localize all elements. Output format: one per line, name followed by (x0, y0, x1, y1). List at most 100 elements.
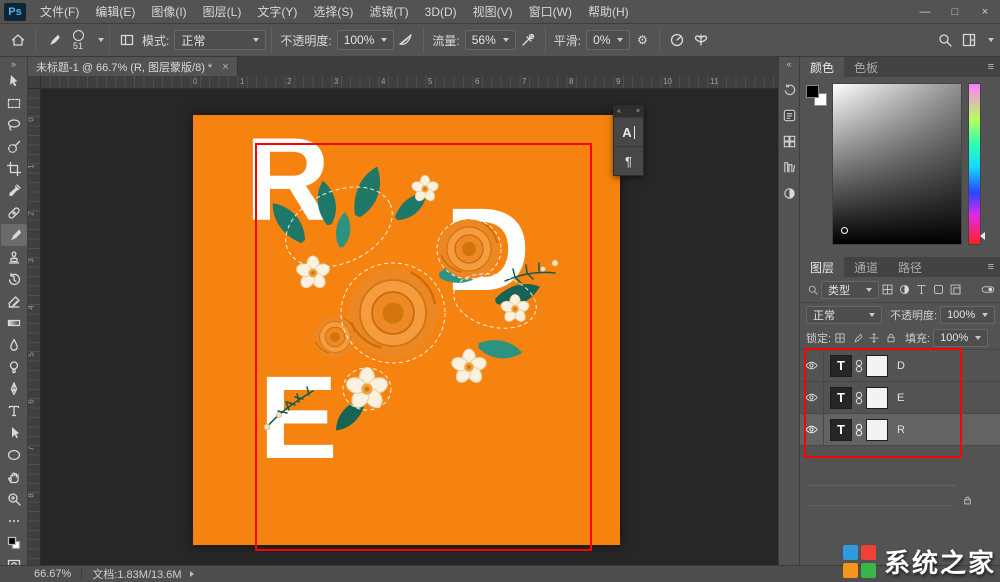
lock-all-button[interactable] (883, 331, 898, 346)
lasso-tool[interactable] (1, 114, 27, 136)
hand-tool[interactable] (1, 466, 27, 488)
airbrush-button[interactable] (516, 28, 540, 52)
quick-selection-tool[interactable] (1, 136, 27, 158)
lock-transparent-pixels-button[interactable] (832, 331, 847, 346)
layer-row-d[interactable]: T D (800, 350, 1000, 382)
layer-thumbnail[interactable]: T (830, 355, 852, 377)
marquee-tool[interactable] (1, 92, 27, 114)
tab-layers[interactable]: 图层 (800, 257, 844, 277)
paragraph-panel-button[interactable]: ¶ (614, 146, 643, 175)
layer-mask-thumbnail[interactable] (866, 419, 888, 441)
close-button[interactable]: × (970, 0, 1000, 24)
flow-select[interactable]: 56% (465, 30, 516, 50)
panel-collapse-icon[interactable]: « (617, 108, 621, 115)
blend-mode-select[interactable]: 正常 (174, 30, 266, 50)
lock-position-button[interactable] (866, 331, 881, 346)
layer-filter-type-select[interactable]: 类型 (821, 281, 879, 299)
swatches-panel-button[interactable] (779, 131, 799, 151)
paint-symmetry-button[interactable] (689, 28, 713, 52)
eraser-tool[interactable] (1, 290, 27, 312)
layer-fill-select[interactable]: 100% (933, 329, 988, 347)
tab-paths[interactable]: 路径 (888, 257, 932, 277)
menu-layer[interactable]: 图层(L) (195, 0, 250, 24)
expand-panels-icon[interactable]: « (786, 59, 791, 73)
type-tool[interactable] (1, 400, 27, 422)
history-panel-button[interactable] (779, 79, 799, 99)
panel-menu-icon[interactable]: ≡ (988, 261, 994, 273)
layer-row-r[interactable]: T R (800, 414, 1000, 446)
layer-filter-toggle[interactable] (980, 282, 995, 297)
opacity-pressure-button[interactable] (394, 28, 418, 52)
search-button[interactable] (933, 28, 957, 52)
filter-pixel-layers-button[interactable] (880, 282, 895, 297)
opacity-select[interactable]: 100% (337, 30, 395, 50)
foreground-color-swatch[interactable] (806, 85, 819, 98)
menu-view[interactable]: 视图(V) (465, 0, 521, 24)
pen-tool[interactable] (1, 378, 27, 400)
toolbar-collapse-icon[interactable]: » (11, 58, 16, 70)
horizontal-ruler[interactable]: 0 1 2 3 4 5 6 7 8 9 10 11 (41, 76, 778, 89)
history-brush-tool[interactable] (1, 268, 27, 290)
foreground-background-swatch[interactable] (1, 532, 27, 554)
tab-channels[interactable]: 通道 (844, 257, 888, 277)
gradient-tool[interactable] (1, 312, 27, 334)
edit-toolbar-button[interactable] (1, 510, 27, 532)
panel-menu-icon[interactable]: ≡ (988, 61, 994, 73)
character-panel-button[interactable]: A (614, 117, 643, 146)
menu-file[interactable]: 文件(F) (32, 0, 87, 24)
tab-color[interactable]: 颜色 (800, 57, 844, 77)
menu-help[interactable]: 帮助(H) (580, 0, 637, 24)
menu-edit[interactable]: 编辑(E) (87, 0, 143, 24)
filter-adjustment-layers-button[interactable] (897, 282, 912, 297)
smoothing-select[interactable]: 0% (586, 30, 630, 50)
ruler-origin[interactable] (28, 76, 41, 89)
layer-row-e[interactable]: T E (800, 382, 1000, 414)
foreground-background-swatches[interactable] (806, 85, 830, 109)
workspace-switcher[interactable] (957, 28, 981, 52)
brush-angle-button[interactable] (665, 28, 689, 52)
healing-brush-tool[interactable] (1, 202, 27, 224)
color-field-marker[interactable] (841, 227, 848, 234)
filter-type-layers-button[interactable] (914, 282, 929, 297)
layer-opacity-select[interactable]: 100% (940, 306, 995, 324)
brush-size-preview[interactable]: 51 (65, 30, 91, 51)
hue-slider-marker[interactable] (980, 232, 985, 240)
tab-swatches[interactable]: 色板 (844, 57, 888, 77)
hue-slider[interactable] (968, 83, 981, 245)
layer-visibility-toggle[interactable] (800, 382, 824, 414)
layer-mask-thumbnail[interactable] (866, 387, 888, 409)
blur-tool[interactable] (1, 334, 27, 356)
minimize-button[interactable]: — (910, 0, 940, 24)
eyedropper-tool[interactable] (1, 180, 27, 202)
layer-mask-thumbnail[interactable] (866, 355, 888, 377)
path-selection-tool[interactable] (1, 422, 27, 444)
status-options-chevron-icon[interactable] (190, 571, 194, 577)
maximize-button[interactable]: □ (940, 0, 970, 24)
layer-visibility-toggle[interactable] (800, 414, 824, 446)
document-tab[interactable]: 未标题-1 @ 66.7% (R, 图层蒙版/8) * × (28, 57, 238, 76)
libraries-panel-button[interactable] (779, 157, 799, 177)
home-button[interactable] (6, 28, 30, 52)
filter-shape-layers-button[interactable] (931, 282, 946, 297)
zoom-tool[interactable] (1, 488, 27, 510)
smoothing-options-button[interactable]: ⚙ (630, 28, 654, 52)
saturation-brightness-field[interactable] (832, 83, 962, 245)
filter-smart-objects-button[interactable] (948, 282, 963, 297)
vertical-ruler[interactable]: 0 1 2 3 4 5 6 7 8 (28, 89, 41, 565)
layer-thumbnail[interactable]: T (830, 419, 852, 441)
menu-filter[interactable]: 滤镜(T) (361, 0, 416, 24)
clone-stamp-tool[interactable] (1, 246, 27, 268)
layer-visibility-toggle[interactable] (800, 350, 824, 382)
canvas-viewport[interactable]: 0 1 2 3 4 5 6 7 8 9 10 11 0 1 2 3 4 5 6 … (28, 76, 778, 565)
layer-thumbnail[interactable]: T (830, 387, 852, 409)
menu-type[interactable]: 文字(Y) (249, 0, 305, 24)
layer-name[interactable]: E (897, 392, 904, 404)
lock-image-pixels-button[interactable] (849, 331, 864, 346)
tab-close-icon[interactable]: × (222, 61, 228, 73)
menu-window[interactable]: 窗口(W) (521, 0, 580, 24)
layer-name[interactable]: D (897, 360, 905, 372)
brush-settings-panel-button[interactable] (115, 28, 139, 52)
menu-image[interactable]: 图像(I) (143, 0, 194, 24)
layer-blend-mode-select[interactable]: 正常 (806, 306, 882, 324)
properties-panel-button[interactable] (779, 105, 799, 125)
